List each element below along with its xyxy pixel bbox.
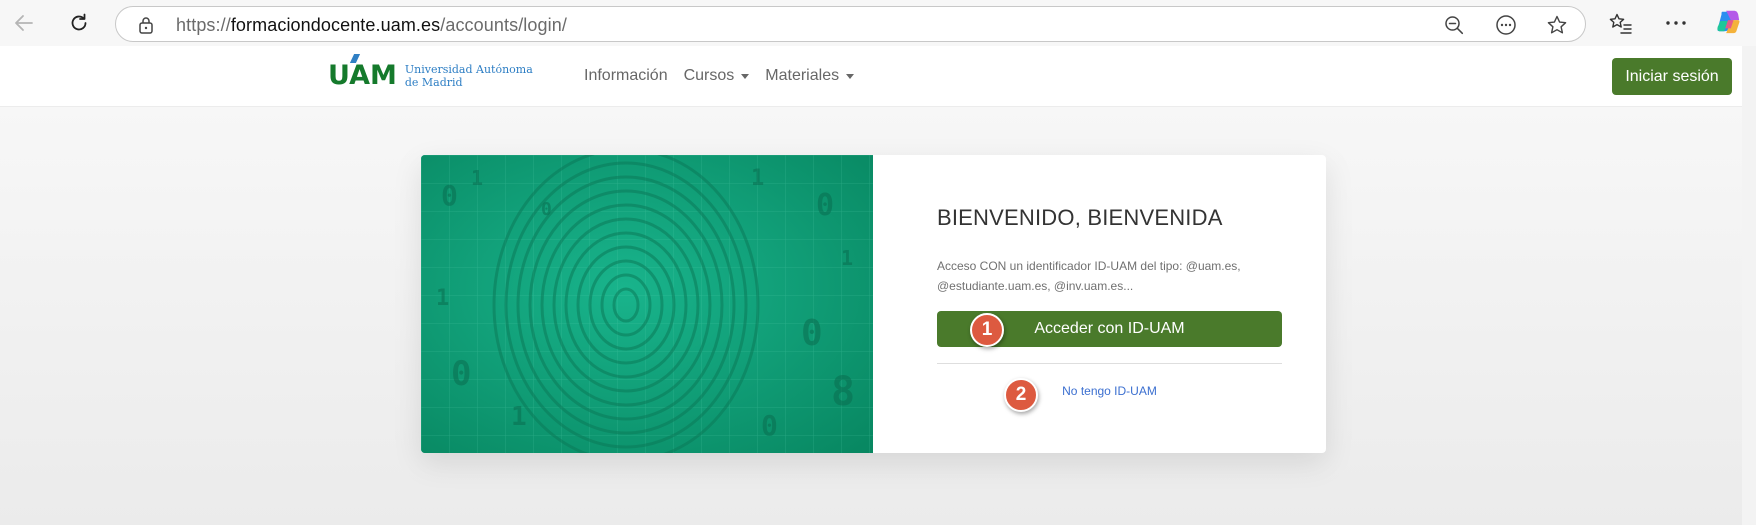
svg-text:0: 0 bbox=[816, 188, 834, 223]
svg-text:1: 1 bbox=[436, 286, 449, 311]
nav-materiales-dropdown[interactable]: Materiales bbox=[765, 67, 855, 85]
access-description: Acceso CON un identificador ID-UAM del t… bbox=[937, 259, 1241, 293]
svg-text:0: 0 bbox=[761, 409, 778, 442]
uam-logo[interactable]: UAM Universidad Autónoma de Madrid bbox=[328, 54, 533, 91]
divider bbox=[937, 363, 1282, 364]
refresh-icon[interactable] bbox=[63, 7, 95, 39]
more-circle-icon[interactable] bbox=[1495, 14, 1517, 36]
url-path: /accounts/login/ bbox=[440, 15, 567, 35]
login-panel: BIENVENIDO, BIENVENIDA Acceso CON un ide… bbox=[873, 155, 1326, 453]
login-button[interactable]: Iniciar sesión bbox=[1612, 58, 1732, 95]
svg-text:0: 0 bbox=[541, 199, 552, 220]
copilot-icon[interactable] bbox=[1715, 8, 1741, 34]
page-scrollbar[interactable] bbox=[1742, 46, 1756, 525]
svg-text:1: 1 bbox=[511, 402, 527, 432]
svg-text:0: 0 bbox=[801, 313, 823, 354]
svg-text:8: 8 bbox=[831, 369, 855, 415]
url-host: formaciondocente.uam.es bbox=[230, 15, 441, 35]
svg-text:1: 1 bbox=[751, 166, 764, 191]
logo-mark-text: UAM bbox=[328, 60, 397, 91]
step-marker-1: 1 bbox=[970, 313, 1004, 347]
zoom-out-icon[interactable] bbox=[1443, 14, 1465, 36]
site-navbar: UAM Universidad Autónoma de Madrid Infor… bbox=[0, 46, 1742, 107]
caret-down-icon bbox=[741, 73, 750, 79]
logo-line-1: Universidad Autónoma bbox=[404, 62, 533, 76]
login-card: 0 1 1 0 1 0 8 1 0 1 0 0 BIENVENIDO, BIEN… bbox=[421, 155, 1326, 453]
svg-text:1: 1 bbox=[841, 246, 853, 270]
nav-informacion-label: Información bbox=[584, 67, 668, 84]
svg-text:0: 0 bbox=[441, 179, 458, 212]
ellipsis-icon[interactable] bbox=[1663, 10, 1689, 36]
caret-down-icon bbox=[846, 73, 855, 79]
uam-logo-mark: UAM bbox=[328, 54, 397, 91]
step-marker-2: 2 bbox=[1004, 378, 1038, 412]
welcome-title: BIENVENIDO, BIENVENIDA bbox=[937, 205, 1223, 230]
nav-cursos-dropdown[interactable]: Cursos bbox=[684, 67, 750, 85]
logo-line-2: de Madrid bbox=[404, 75, 463, 89]
back-arrow-icon[interactable] bbox=[8, 7, 40, 39]
browser-toolbar: https://formaciondocente.uam.es/accounts… bbox=[0, 0, 1756, 46]
nav-informacion[interactable]: Información bbox=[584, 67, 668, 85]
logo-text: Universidad Autónoma de Madrid bbox=[405, 63, 533, 89]
svg-text:1: 1 bbox=[471, 166, 483, 190]
address-bar[interactable]: https://formaciondocente.uam.es/accounts… bbox=[115, 6, 1586, 42]
lock-icon[interactable] bbox=[138, 16, 154, 39]
nav-cursos-label: Cursos bbox=[683, 67, 735, 84]
no-id-uam-link[interactable]: No tengo ID-UAM bbox=[873, 384, 1326, 398]
svg-text:0: 0 bbox=[451, 354, 471, 394]
fingerprint-hero-image: 0 1 1 0 1 0 8 1 0 1 0 0 bbox=[421, 155, 873, 453]
nav-materiales-label: Materiales bbox=[765, 67, 840, 84]
main-nav: Información Cursos Materiales bbox=[584, 46, 870, 106]
favorite-star-icon[interactable] bbox=[1546, 14, 1568, 36]
url-prefix: https:// bbox=[176, 15, 231, 35]
favorites-list-icon[interactable] bbox=[1607, 10, 1633, 36]
url-text[interactable]: https://formaciondocente.uam.es/accounts… bbox=[176, 15, 567, 36]
